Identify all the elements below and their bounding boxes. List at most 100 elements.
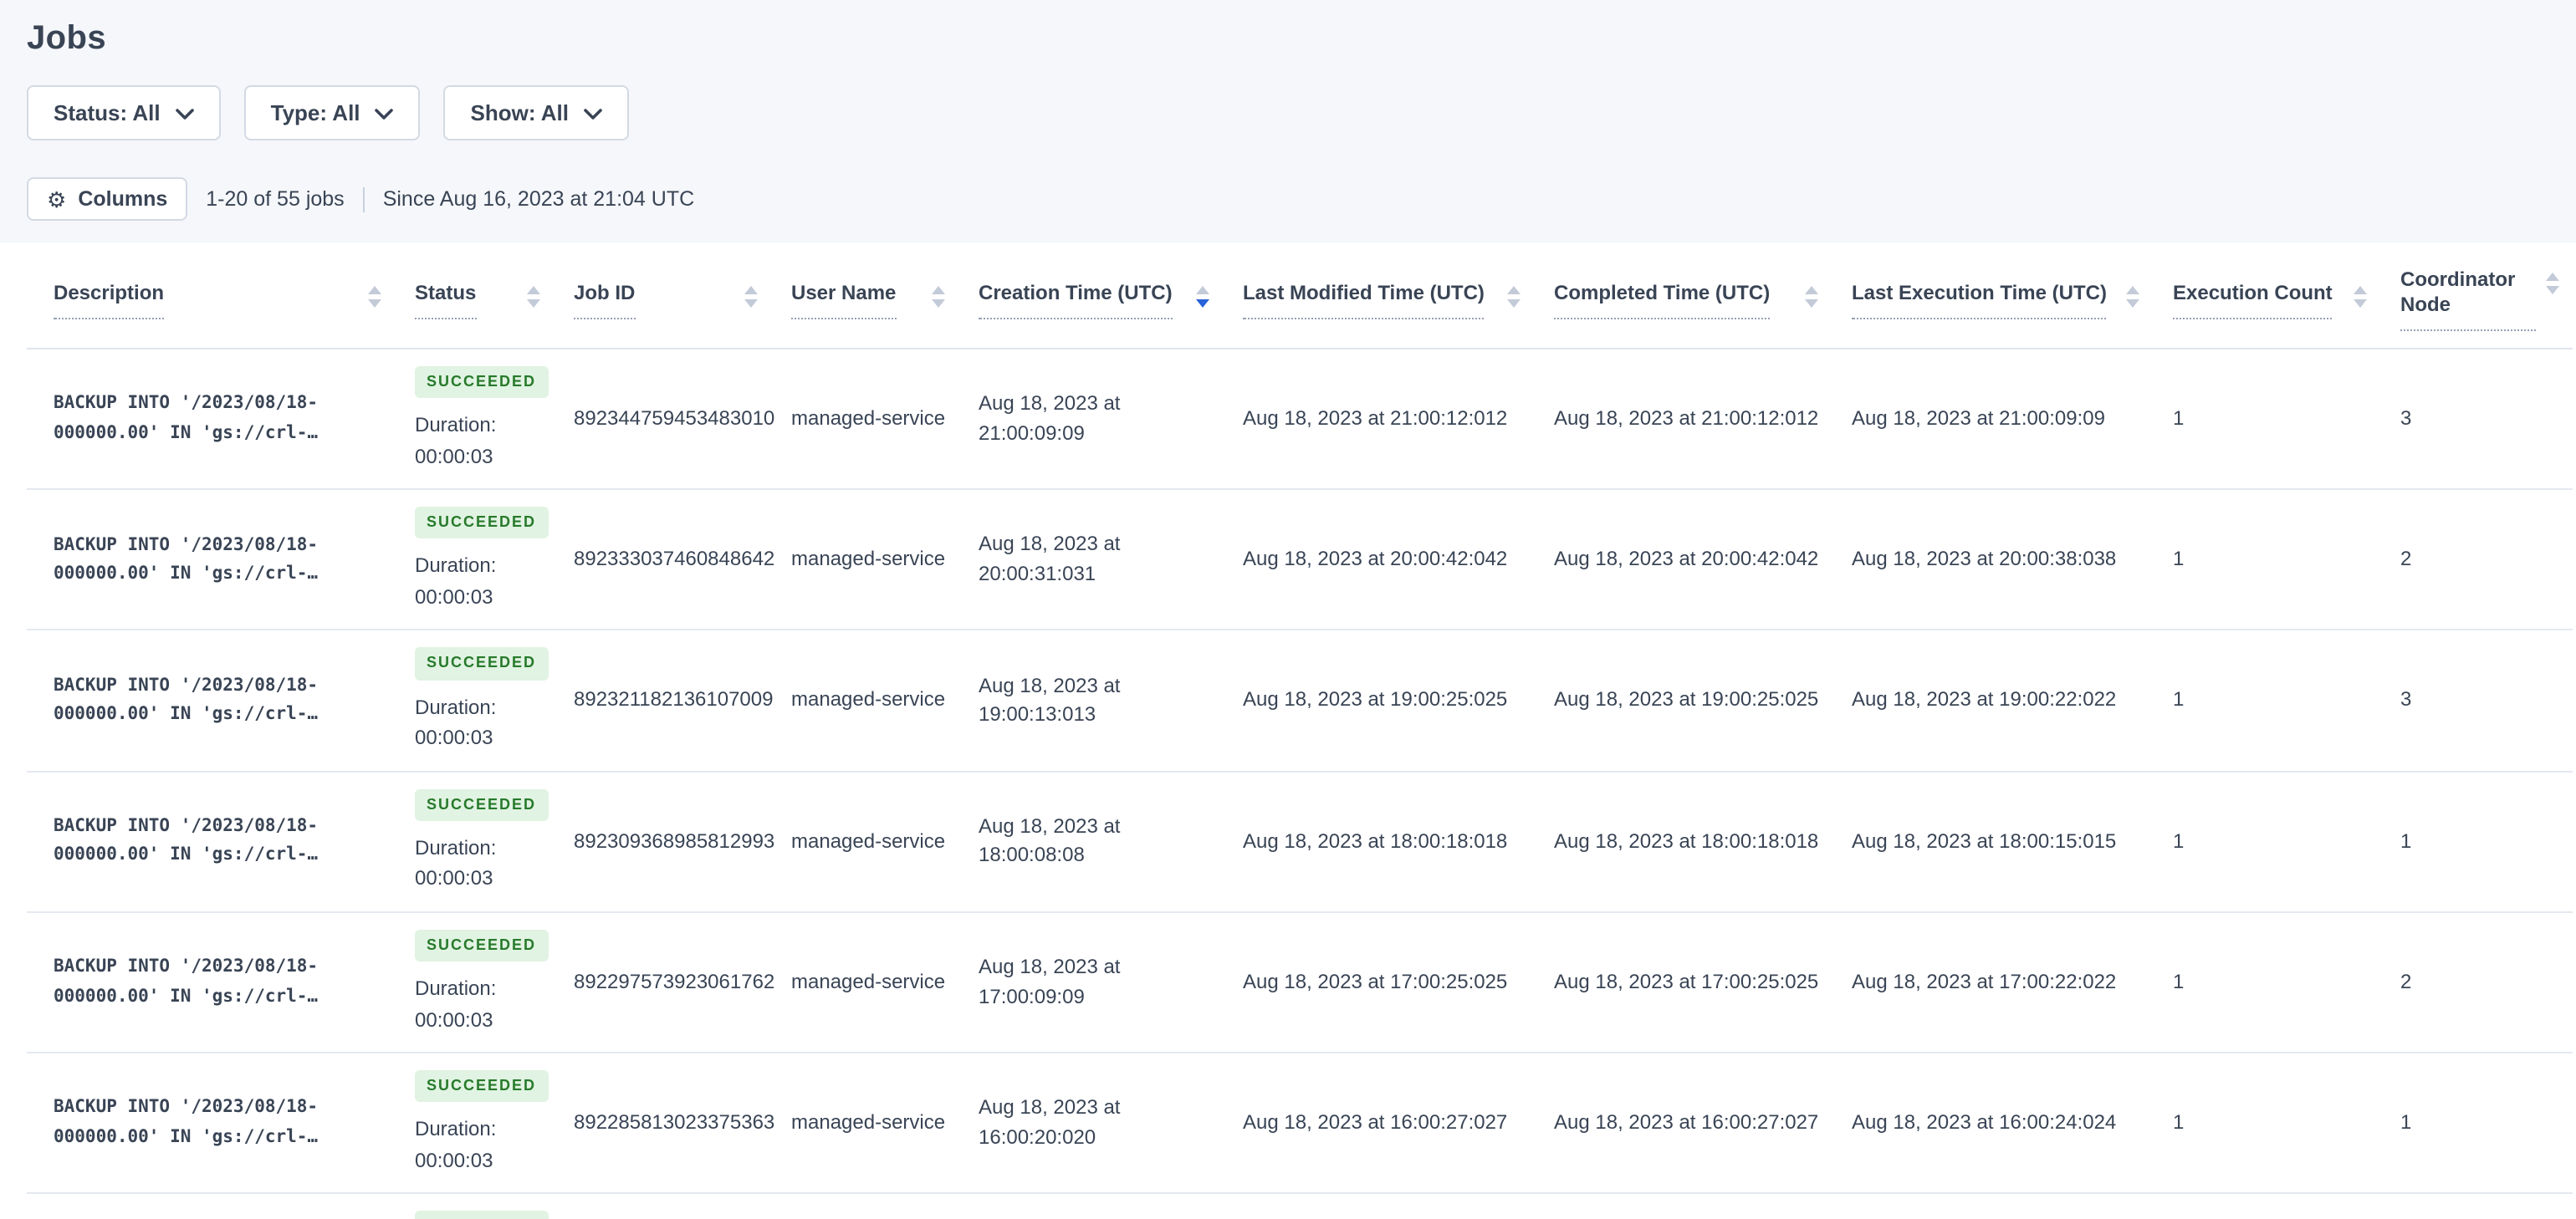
- sort-icons[interactable]: [922, 280, 948, 307]
- duration-label: Duration:: [415, 553, 497, 578]
- sort-desc-icon: [1805, 298, 1818, 307]
- job-id-cell: 892333037460848642: [554, 489, 774, 631]
- chevron-down-icon: [375, 108, 394, 119]
- sort-icons[interactable]: [1186, 280, 1213, 307]
- job-description[interactable]: BACKUP INTO '/2023/08/18- 000000.00' IN …: [54, 531, 385, 589]
- sort-desc-icon: [1196, 298, 1209, 307]
- table-row[interactable]: BACKUP INTO '/2023/08/18- 000000.00' IN …: [27, 630, 2573, 773]
- duration-label: Duration:: [415, 976, 497, 1000]
- chevron-down-icon: [175, 108, 194, 119]
- user-name-cell: managed-service: [771, 1193, 958, 1219]
- column-header-label: Status: [415, 280, 477, 319]
- coordinator-node-cell: 2: [2380, 489, 2573, 631]
- sort-icons[interactable]: [2343, 280, 2370, 307]
- sort-desc-icon: [1507, 298, 1521, 307]
- duration-label: Duration:: [415, 1117, 497, 1141]
- creation-time-cell: Aug 18, 2023 at 17:00:09:09: [958, 911, 1223, 1054]
- completed-time-cell: Aug 18, 2023 at 19:00:25:025: [1534, 630, 1832, 773]
- page-title: Jobs: [27, 20, 106, 57]
- sort-icons[interactable]: [2116, 280, 2143, 307]
- sort-icons[interactable]: [734, 280, 761, 307]
- column-header[interactable]: Execution Count: [2153, 242, 2380, 349]
- sort-asc-icon: [527, 285, 540, 293]
- status-badge: SUCCEEDED: [415, 507, 549, 539]
- last-modified-time-cell: Aug 18, 2023 at 16:00:27:027: [1223, 1053, 1534, 1195]
- last-execution-time-cell: Aug 18, 2023 at 16:00:24:024: [1832, 1053, 2153, 1195]
- table-row[interactable]: BACKUP INTO '/2023/08/18- 000000.00' IN …: [27, 1053, 2573, 1195]
- columns-button-label: Columns: [78, 187, 168, 211]
- sort-asc-icon: [1507, 285, 1521, 293]
- job-description[interactable]: BACKUP INTO '/2023/08/18- 000000.00' IN …: [54, 390, 385, 448]
- column-header[interactable]: Last Execution Time (UTC): [1832, 242, 2153, 349]
- last-modified-time-cell: Aug 18, 2023 at 19:00:25:025: [1223, 630, 1534, 773]
- column-header[interactable]: Last Modified Time (UTC): [1223, 242, 1534, 349]
- chevron-down-icon: [584, 108, 602, 119]
- sort-desc-icon: [527, 298, 540, 307]
- column-header[interactable]: Coordinator Node: [2380, 242, 2573, 349]
- creation-time-cell: Aug 18, 2023 at 18:00:08:08: [958, 771, 1223, 913]
- sort-desc-icon: [368, 298, 381, 307]
- duration-value: 00:00:03: [415, 1007, 493, 1032]
- since-text: Since Aug 16, 2023 at 21:04 UTC: [382, 187, 695, 211]
- sort-icons[interactable]: [1497, 280, 1524, 307]
- last-modified-time-cell: Aug 18, 2023 at 17:00:25:025: [1223, 911, 1534, 1054]
- coordinator-node-cell: 1: [2380, 771, 2573, 913]
- sort-desc-icon: [744, 298, 758, 307]
- table-row[interactable]: BACKUP INTO '/2023/08/18- 000000.00' IN …: [27, 1193, 2573, 1219]
- user-name-cell: managed-service: [771, 771, 958, 913]
- user-name-cell: managed-service: [771, 911, 958, 1054]
- filter-bar: Status: All Type: All Show: All: [27, 85, 2576, 140]
- last-modified-time-cell: Aug 18, 2023 at 20:00:42:042: [1223, 489, 1534, 631]
- sort-icons[interactable]: [2536, 268, 2563, 294]
- job-description[interactable]: BACKUP INTO '/2023/08/18- 000000.00' IN …: [54, 953, 385, 1011]
- toolbar: ⚙ Columns 1-20 of 55 jobs Since Aug 16, …: [27, 177, 2576, 221]
- table-row[interactable]: BACKUP INTO '/2023/08/18- 000000.00' IN …: [27, 349, 2573, 491]
- table-row[interactable]: BACKUP INTO '/2023/08/18- 000000.00' IN …: [27, 489, 2573, 631]
- sort-asc-icon: [368, 285, 381, 293]
- last-execution-time-cell: Aug 18, 2023 at 18:00:15:015: [1832, 771, 2153, 913]
- table-row[interactable]: BACKUP INTO '/2023/08/18- 000000.00' IN …: [27, 911, 2573, 1054]
- job-description[interactable]: BACKUP INTO '/2023/08/18- 000000.00' IN …: [54, 672, 385, 730]
- sort-asc-icon: [932, 285, 945, 293]
- execution-count-cell: 1: [2153, 630, 2380, 773]
- completed-time-cell: Aug 18, 2023 at 16:00:27:027: [1534, 1053, 1832, 1195]
- column-header[interactable]: User Name: [771, 242, 958, 349]
- column-header[interactable]: Completed Time (UTC): [1534, 242, 1832, 349]
- filter-dropdown[interactable]: Show: All: [443, 85, 630, 140]
- column-header-label: User Name: [791, 280, 897, 319]
- sort-icons[interactable]: [358, 280, 385, 307]
- duration-value: 00:00:03: [415, 726, 493, 750]
- sort-asc-icon: [2126, 285, 2139, 293]
- user-name-cell: managed-service: [771, 349, 958, 491]
- table-row[interactable]: BACKUP INTO '/2023/08/18- 000000.00' IN …: [27, 771, 2573, 913]
- completed-time-cell: Aug 18, 2023 at 18:00:18:018: [1534, 771, 1832, 913]
- columns-button[interactable]: ⚙ Columns: [27, 177, 188, 221]
- column-header[interactable]: Job ID: [554, 242, 771, 349]
- filter-dropdown-label: Type: All: [270, 100, 360, 125]
- job-description[interactable]: BACKUP INTO '/2023/08/18- 000000.00' IN …: [54, 813, 385, 870]
- completed-time-cell: Aug 18, 2023 at 21:00:12:012: [1534, 349, 1832, 491]
- last-execution-time-cell: Aug 18, 2023 at 17:00:22:022: [1832, 911, 2153, 1054]
- user-name-cell: managed-service: [771, 1053, 958, 1195]
- sort-icons[interactable]: [1795, 280, 1822, 307]
- last-execution-time-cell: Aug 18, 2023 at 20:00:38:038: [1832, 489, 2153, 631]
- job-id-cell: 892285813023375363: [554, 1053, 774, 1195]
- column-header[interactable]: Creation Time (UTC): [958, 242, 1223, 349]
- column-header[interactable]: Status: [395, 242, 554, 349]
- jobs-count-text: 1-20 of 55 jobs: [206, 187, 345, 211]
- last-execution-time-cell: Aug 18, 2023 at 15:00:05:05: [1832, 1193, 2153, 1219]
- filter-dropdown[interactable]: Type: All: [243, 85, 421, 140]
- execution-count-cell: 1: [2153, 911, 2380, 1054]
- sort-icons[interactable]: [517, 280, 544, 307]
- status-badge: SUCCEEDED: [415, 1070, 549, 1103]
- column-header[interactable]: Description: [27, 242, 395, 349]
- filter-dropdown[interactable]: Status: All: [27, 85, 221, 140]
- execution-count-cell: 1: [2153, 1053, 2380, 1195]
- column-header-label: Last Execution Time (UTC): [1852, 280, 2107, 319]
- job-id-cell: 892273953631109121: [554, 1193, 771, 1219]
- sort-asc-icon: [2546, 273, 2559, 281]
- job-description[interactable]: BACKUP INTO '/2023/08/18- 000000.00' IN …: [54, 1094, 385, 1152]
- completed-time-cell: Aug 18, 2023 at 20:00:42:042: [1534, 489, 1832, 631]
- creation-time-cell: Aug 18, 2023 at 20:00:31:031: [958, 489, 1223, 631]
- status-badge: SUCCEEDED: [415, 647, 549, 681]
